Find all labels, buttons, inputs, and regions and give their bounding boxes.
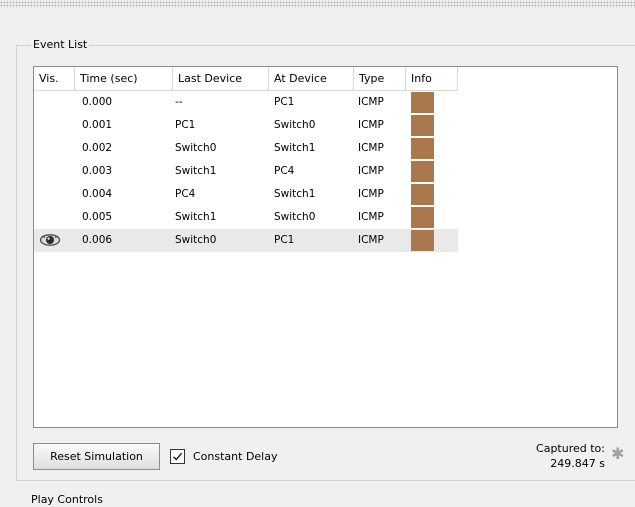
cell-at-device: PC1 bbox=[274, 96, 295, 108]
cell-time: 0.006 bbox=[82, 234, 113, 246]
cell-type: ICMP bbox=[358, 211, 384, 223]
cell-last-device: Switch1 bbox=[175, 165, 217, 177]
cell-type: ICMP bbox=[358, 234, 384, 246]
cell-time: 0.004 bbox=[82, 188, 113, 200]
captured-to-label: Captured to: bbox=[536, 442, 605, 455]
eye-icon[interactable] bbox=[39, 233, 63, 250]
info-color-swatch[interactable] bbox=[411, 230, 434, 251]
event-row[interactable]: 0.005 Switch1 Switch0 ICMP bbox=[34, 206, 458, 229]
checkmark-icon bbox=[173, 452, 183, 461]
cell-time: 0.005 bbox=[82, 211, 113, 223]
column-header-at-device[interactable]: At Device bbox=[269, 67, 354, 91]
info-color-swatch[interactable] bbox=[411, 207, 434, 228]
reset-simulation-button[interactable]: Reset Simulation bbox=[33, 443, 160, 470]
asterisk-icon: ✱ bbox=[611, 444, 625, 463]
cell-at-device: Switch1 bbox=[274, 188, 316, 200]
info-color-swatch[interactable] bbox=[411, 184, 434, 205]
cell-last-device: PC4 bbox=[175, 188, 196, 200]
event-row[interactable]: 0.002 Switch0 Switch1 ICMP bbox=[34, 137, 458, 160]
cell-at-device: PC1 bbox=[274, 234, 295, 246]
panel-drag-handle[interactable] bbox=[0, 0, 635, 8]
cell-type: ICMP bbox=[358, 119, 384, 131]
info-color-swatch[interactable] bbox=[411, 161, 434, 182]
info-color-swatch[interactable] bbox=[411, 138, 434, 159]
info-color-swatch[interactable] bbox=[411, 92, 434, 113]
event-list-title: Event List bbox=[31, 38, 90, 51]
cell-last-device: Switch0 bbox=[175, 234, 217, 246]
cell-type: ICMP bbox=[358, 165, 384, 177]
constant-delay-checkbox[interactable] bbox=[170, 449, 185, 464]
cell-type: ICMP bbox=[358, 188, 384, 200]
event-row[interactable]: 0.004 PC4 Switch1 ICMP bbox=[34, 183, 458, 206]
event-row[interactable]: 0.003 Switch1 PC4 ICMP bbox=[34, 160, 458, 183]
constant-delay-label: Constant Delay bbox=[193, 450, 278, 463]
cell-at-device: Switch0 bbox=[274, 211, 316, 223]
cell-type: ICMP bbox=[358, 96, 384, 108]
cell-at-device: Switch1 bbox=[274, 142, 316, 154]
event-row[interactable]: 0.001 PC1 Switch0 ICMP bbox=[34, 114, 458, 137]
event-row[interactable]: 0.006 Switch0 PC1 ICMP bbox=[34, 229, 458, 252]
cell-time: 0.001 bbox=[82, 119, 113, 131]
info-color-swatch[interactable] bbox=[411, 115, 434, 136]
column-header-info[interactable]: Info bbox=[406, 67, 458, 91]
captured-to-value: 249.847 s bbox=[550, 457, 605, 470]
event-row[interactable]: 0.000 -- PC1 ICMP bbox=[34, 91, 458, 114]
play-controls-title: Play Controls bbox=[31, 493, 103, 506]
cell-type: ICMP bbox=[358, 142, 384, 154]
column-header-last-device[interactable]: Last Device bbox=[173, 67, 269, 91]
cell-at-device: PC4 bbox=[274, 165, 295, 177]
event-list-table: Vis. Time (sec) Last Device At Device Ty… bbox=[33, 66, 618, 428]
cell-at-device: Switch0 bbox=[274, 119, 316, 131]
cell-last-device: Switch0 bbox=[175, 142, 217, 154]
column-header-type[interactable]: Type bbox=[354, 67, 406, 91]
cell-last-device: PC1 bbox=[175, 119, 196, 131]
cell-last-device: -- bbox=[175, 96, 183, 108]
cell-time: 0.003 bbox=[82, 165, 113, 177]
column-header-vis[interactable]: Vis. bbox=[34, 67, 75, 91]
cell-last-device: Switch1 bbox=[175, 211, 217, 223]
cell-time: 0.002 bbox=[82, 142, 113, 154]
cell-time: 0.000 bbox=[82, 96, 113, 108]
column-header-time[interactable]: Time (sec) bbox=[75, 67, 173, 91]
